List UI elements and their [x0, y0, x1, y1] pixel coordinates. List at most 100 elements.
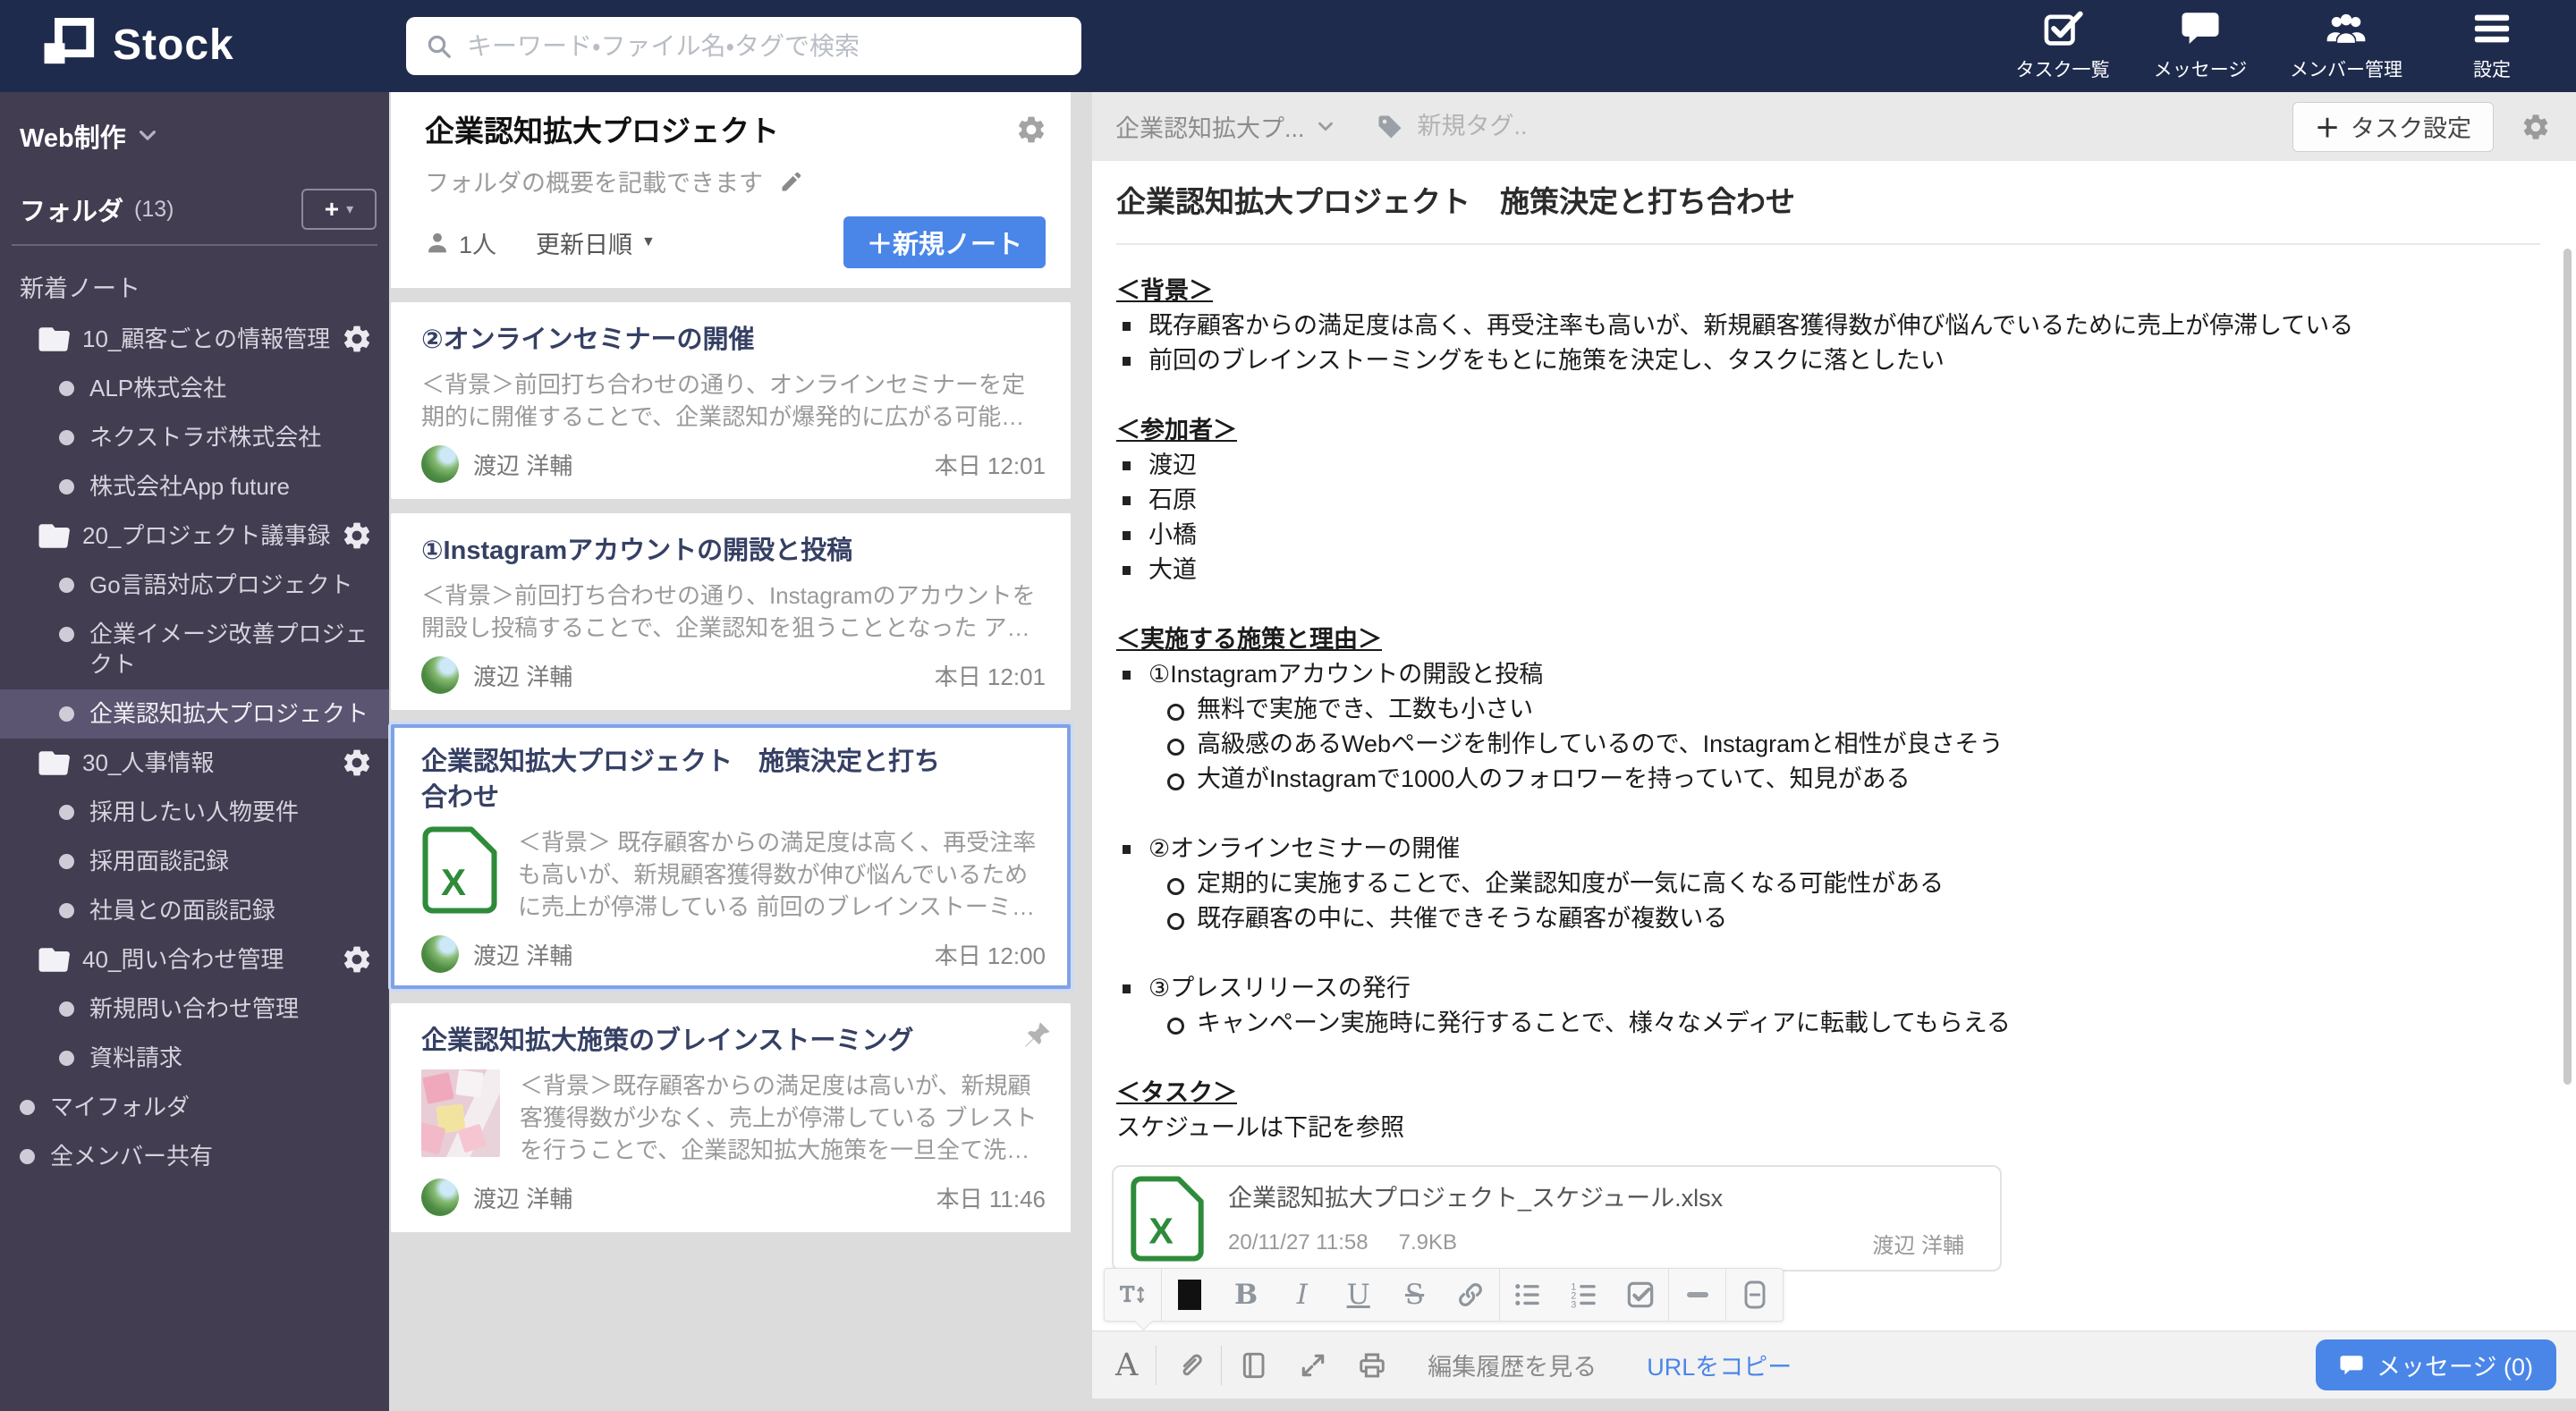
- fullscreen-button[interactable]: [1299, 1351, 1327, 1380]
- sidebar-item[interactable]: ネクストラボ株式会社: [0, 413, 389, 462]
- note-settings-icon[interactable]: [2521, 112, 2551, 142]
- new-note-button[interactable]: ＋新規ノート: [843, 216, 1046, 268]
- folder-select-dropdown[interactable]: 企業認知拡大プ...: [1115, 109, 1334, 144]
- note-bullet-icon: [59, 805, 74, 820]
- task-settings-button[interactable]: ＋ タスク設定: [2292, 101, 2494, 152]
- folder-settings-icon[interactable]: [341, 943, 373, 976]
- note-author: 渡辺 洋輔: [473, 452, 573, 479]
- checklist-button[interactable]: [1612, 1269, 1668, 1321]
- link-button[interactable]: [1443, 1269, 1499, 1321]
- sidebar-item-label: ネクストラボ株式会社: [89, 424, 322, 451]
- sidebar-item-label: 20_プロジェクト議事録: [82, 522, 331, 549]
- sidebar-item-new-notes[interactable]: 新着ノート: [20, 269, 389, 304]
- folder-settings-icon[interactable]: [341, 323, 373, 355]
- edit-history-link[interactable]: 編集履歴を見る: [1428, 1348, 1597, 1382]
- top-nav-item[interactable]: メンバー管理: [2290, 8, 2402, 82]
- sidebar-item-label: 新規問い合わせ管理: [89, 995, 300, 1022]
- plus-icon: ＋: [2314, 114, 2340, 142]
- vertical-scrollbar[interactable]: [2563, 249, 2572, 1085]
- plus-icon: +: [324, 195, 340, 223]
- text-size-button[interactable]: [1105, 1269, 1161, 1321]
- note-text-block: ＜背景＞: [1116, 277, 1213, 304]
- sidebar-item[interactable]: 社員との面談記録: [0, 886, 389, 935]
- sidebar-item[interactable]: 企業イメージ改善プロジェクト: [0, 610, 389, 689]
- sidebar-item-label: 採用面談記録: [89, 848, 230, 874]
- copy-url-link[interactable]: URLをコピー: [1647, 1348, 1792, 1382]
- sort-dropdown[interactable]: 更新日順 ▼: [536, 225, 656, 260]
- sidebar-item[interactable]: 20_プロジェクト議事録: [0, 511, 389, 561]
- collapse-block-button[interactable]: [1726, 1269, 1783, 1321]
- app-logo[interactable]: Stock: [41, 18, 234, 72]
- note-bullet-icon: [59, 903, 74, 918]
- pencil-icon[interactable]: [779, 169, 804, 194]
- sidebar-item[interactable]: 株式会社App future: [0, 462, 389, 511]
- sidebar-item[interactable]: 10_顧客ごとの情報管理: [0, 315, 389, 364]
- team-selector[interactable]: Web制作: [20, 117, 389, 155]
- sidebar-item[interactable]: 新規問い合わせ管理: [0, 984, 389, 1034]
- italic-button[interactable]: I: [1274, 1269, 1330, 1321]
- global-search[interactable]: [406, 17, 1081, 75]
- note-text-block: 石原: [1116, 483, 2540, 518]
- folder-description: フォルダの概要を記載できます: [425, 164, 1046, 199]
- sidebar-divider: [12, 244, 377, 246]
- sidebar-item[interactable]: 企業認知拡大プロジェクト: [0, 689, 389, 739]
- font-style-button[interactable]: A: [1115, 1348, 1138, 1383]
- paperclip-icon: [1174, 1351, 1203, 1380]
- sidebar-item[interactable]: 資料請求: [0, 1034, 389, 1083]
- sidebar-item[interactable]: 採用したい人物要件: [0, 788, 389, 837]
- team-name: Web制作: [20, 124, 126, 153]
- note-card[interactable]: ②オンラインセミナーの開催 ＜背景＞前回打ち合わせの通り、オンラインセミナーを定…: [391, 302, 1071, 499]
- pin-icon[interactable]: [1022, 1021, 1051, 1050]
- attachment-size: 7.9KB: [1398, 1230, 1457, 1255]
- horizontal-rule-icon: [1686, 1292, 1708, 1297]
- note-card[interactable]: 企業認知拡大プロジェクト 施策決定と打ち合わせ ＜背景＞ 既存顧客からの満足度は…: [388, 722, 1073, 992]
- collapse-block-icon: [1741, 1280, 1769, 1309]
- note-card[interactable]: 企業認知拡大施策のブレインストーミング ＜背景＞既存顧客からの満足度は高いが、新…: [391, 1003, 1071, 1232]
- print-button[interactable]: [1358, 1351, 1386, 1380]
- top-nav-item[interactable]: 設定: [2444, 8, 2540, 82]
- stock-app: Stock タスク一覧: [0, 0, 2576, 1411]
- new-tag-input[interactable]: [1417, 113, 1740, 140]
- note-bullet-icon: [59, 578, 74, 593]
- folder-settings-icon[interactable]: [1015, 114, 1047, 146]
- folder-icon: [38, 522, 70, 549]
- note-card[interactable]: ①Instagramアカウントの開設と投稿 ＜背景＞前回打ち合わせの通り、Ins…: [391, 513, 1071, 710]
- sidebar-item[interactable]: 採用面談記録: [0, 837, 389, 886]
- color-swatch-icon: [1178, 1280, 1202, 1310]
- top-nav-item[interactable]: タスク一覧: [2014, 8, 2111, 82]
- strikethrough-button[interactable]: S: [1386, 1269, 1443, 1321]
- attachment-card[interactable]: 企業認知拡大プロジェクト_スケジュール.xlsx 20/11/27 11:58 …: [1112, 1165, 2002, 1272]
- search-input[interactable]: [467, 31, 1062, 61]
- note-list-column: 企業認知拡大プロジェクト フォルダの概要を記載できます 1人 更新日順 ▼ ＋新…: [388, 92, 1073, 1411]
- chevron-down-icon: [139, 129, 157, 143]
- sidebar-item[interactable]: マイフォルダ: [0, 1083, 389, 1132]
- note-title[interactable]: 企業認知拡大プロジェクト 施策決定と打ち合わせ: [1116, 182, 2540, 245]
- bullet-list-button[interactable]: [1500, 1269, 1556, 1321]
- note-text-block: ③プレスリリースの発行: [1116, 971, 2540, 1006]
- folder-settings-icon[interactable]: [341, 747, 373, 779]
- note-text-block: 小橋: [1116, 518, 2540, 553]
- bold-button[interactable]: B: [1218, 1269, 1275, 1321]
- note-body[interactable]: ＜背景＞ 既存顧客からの満足度は高く、再受注率も高いが、新規顧客獲得数が伸び悩ん…: [1092, 245, 2576, 1145]
- sidebar-item[interactable]: ALP株式会社: [0, 364, 389, 413]
- sidebar-item[interactable]: 30_人事情報: [0, 739, 389, 788]
- numbered-list-button[interactable]: [1556, 1269, 1613, 1321]
- sidebar-item[interactable]: 40_問い合わせ管理: [0, 935, 389, 984]
- folder-settings-icon[interactable]: [341, 520, 373, 552]
- note-author: 渡辺 洋輔: [473, 942, 573, 969]
- attach-file-button[interactable]: [1174, 1351, 1203, 1380]
- top-nav-item[interactable]: メッセージ: [2152, 8, 2249, 82]
- template-button[interactable]: [1240, 1351, 1268, 1380]
- sidebar-item[interactable]: Go言語対応プロジェクト: [0, 561, 389, 610]
- members-icon: [2326, 8, 2367, 49]
- horizontal-rule-button[interactable]: [1669, 1269, 1725, 1321]
- sidebar-item[interactable]: 全メンバー共有: [0, 1132, 389, 1181]
- strikethrough-icon: S: [1404, 1279, 1425, 1311]
- text-color-button[interactable]: [1162, 1269, 1218, 1321]
- folders-count: (13): [134, 196, 174, 222]
- message-button[interactable]: メッセージ (0): [2316, 1339, 2556, 1390]
- underline-button[interactable]: U: [1330, 1269, 1386, 1321]
- add-folder-button[interactable]: + ▾: [301, 189, 377, 230]
- folder-controls: 1人 更新日順 ▼ ＋新規ノート: [425, 216, 1046, 268]
- app-logo-text: Stock: [113, 21, 234, 69]
